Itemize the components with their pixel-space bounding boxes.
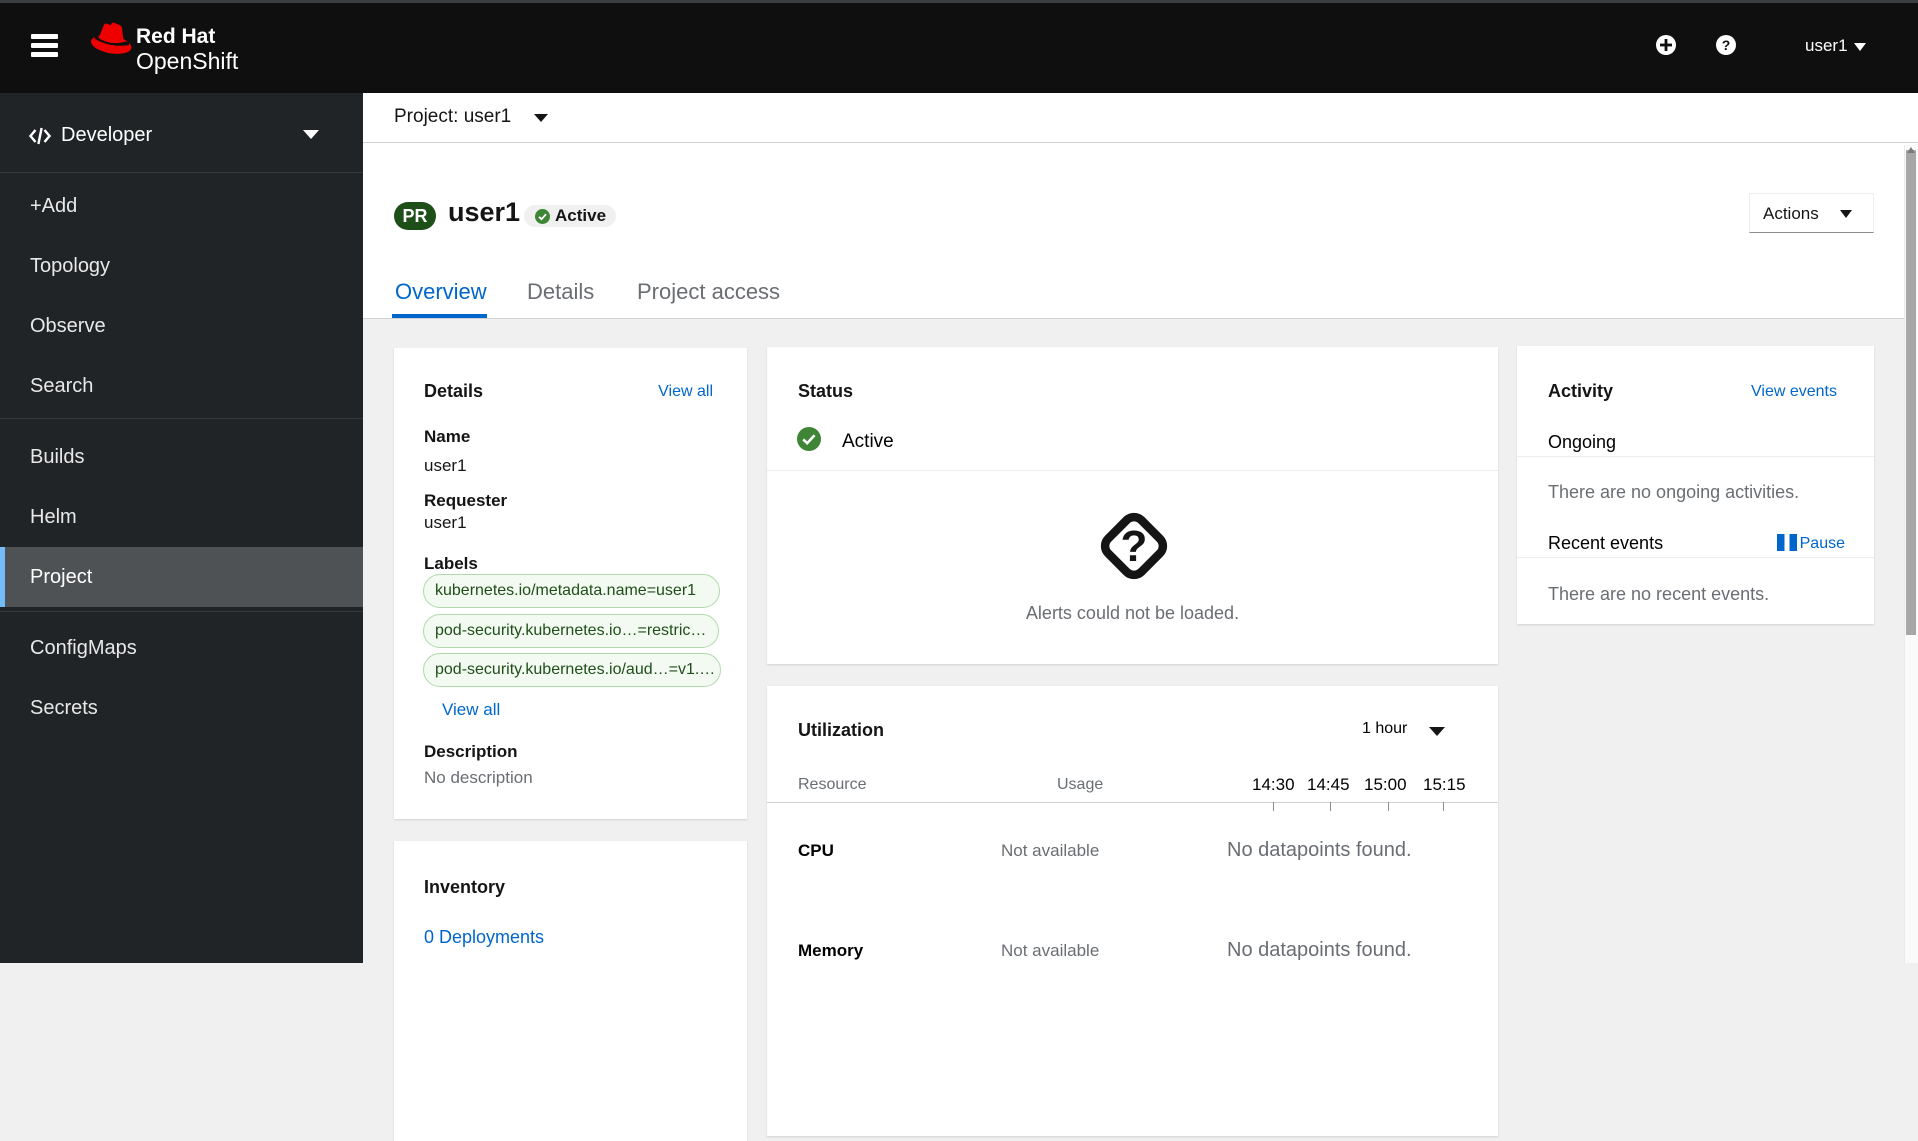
- svg-text:?: ?: [1121, 522, 1148, 571]
- svg-text:?: ?: [1722, 37, 1731, 53]
